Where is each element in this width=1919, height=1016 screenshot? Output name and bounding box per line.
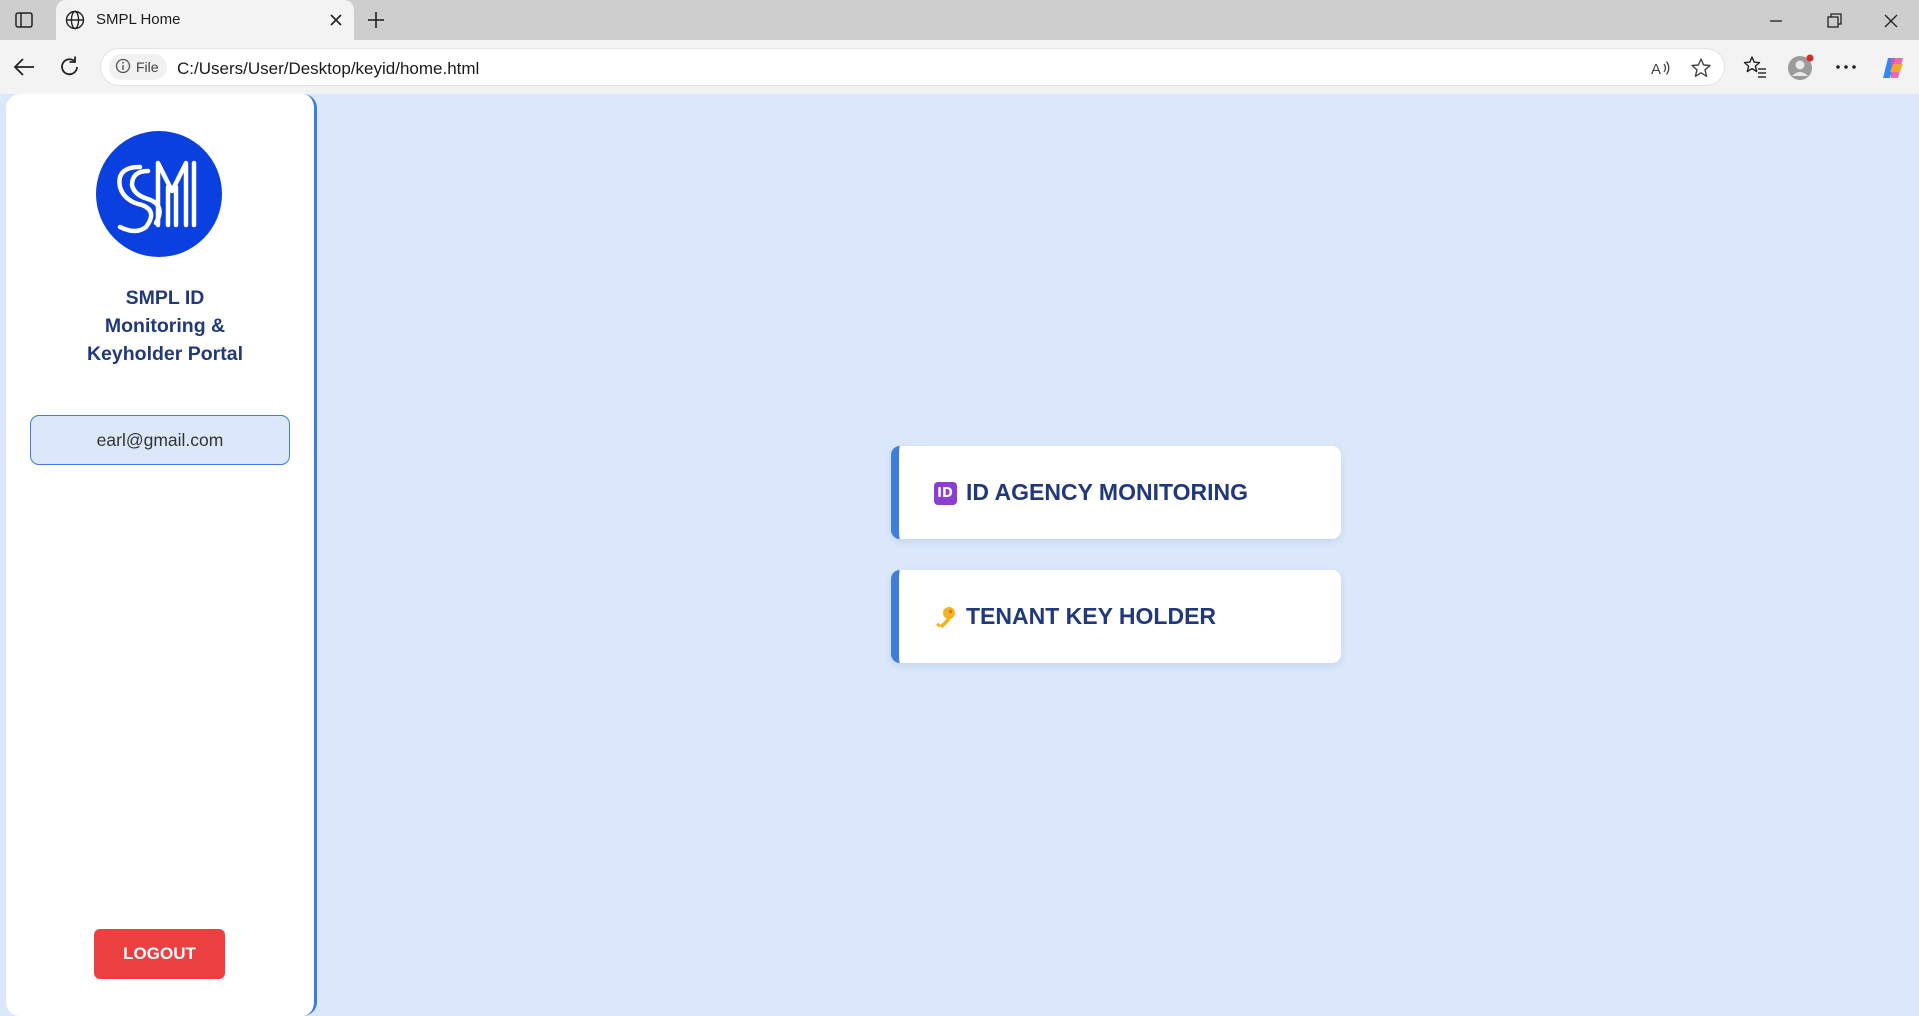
- id-badge-text: ID: [933, 481, 957, 505]
- file-chip-label: File: [136, 59, 159, 75]
- user-email-badge: earl@gmail.com: [30, 415, 290, 465]
- new-tab-icon[interactable]: [364, 9, 388, 31]
- tenant-key-holder-label: TENANT KEY HOLDER: [966, 603, 1217, 629]
- portal-title: SMPL ID Monitoring & Keyholder Portal: [86, 287, 244, 365]
- read-aloud-icon[interactable]: A: [1650, 57, 1672, 79]
- back-icon[interactable]: [12, 54, 38, 80]
- more-options-icon[interactable]: [1833, 54, 1859, 80]
- site-info-chip[interactable]: File: [109, 54, 167, 80]
- sm-logo: [96, 131, 222, 257]
- browser-tab-bar: SMPL Home: [0, 0, 1919, 40]
- copilot-icon[interactable]: [1879, 54, 1905, 80]
- url-text[interactable]: C:/Users/User/Desktop/keyid/home.html: [177, 59, 479, 79]
- favorite-star-icon[interactable]: [1690, 57, 1712, 79]
- sidebar: SMPL ID Monitoring & Keyholder Portal ea…: [6, 94, 317, 1016]
- refresh-icon[interactable]: [57, 54, 83, 80]
- profile-avatar-icon[interactable]: [1787, 54, 1814, 80]
- page-body: SMPL ID Monitoring & Keyholder Portal ea…: [0, 94, 1919, 1016]
- tenant-key-holder-card[interactable]: TENANT KEY HOLDER: [891, 570, 1341, 663]
- close-window-icon[interactable]: [1879, 10, 1903, 32]
- favorites-list-icon[interactable]: [1742, 54, 1768, 80]
- tab-title: SMPL Home: [96, 11, 181, 28]
- logout-button[interactable]: LOGOUT: [94, 929, 225, 979]
- restore-icon[interactable]: [1822, 10, 1846, 32]
- globe-icon: [64, 9, 86, 31]
- id-agency-monitoring-card[interactable]: ID ID AGENCY MONITORING: [891, 446, 1341, 539]
- info-icon: [115, 58, 131, 77]
- close-tab-icon[interactable]: [326, 10, 346, 30]
- key-icon: [933, 605, 957, 629]
- browser-toolbar: File C:/Users/User/Desktop/keyid/home.ht…: [0, 40, 1919, 94]
- id-badge-icon: ID: [933, 481, 957, 505]
- address-bar[interactable]: File C:/Users/User/Desktop/keyid/home.ht…: [100, 48, 1725, 86]
- tab-actions-icon[interactable]: [10, 8, 38, 32]
- svg-text:A: A: [1651, 61, 1661, 78]
- minimize-icon[interactable]: [1764, 10, 1788, 32]
- id-agency-monitoring-label: ID AGENCY MONITORING: [966, 479, 1248, 505]
- browser-tab[interactable]: SMPL Home: [56, 0, 354, 40]
